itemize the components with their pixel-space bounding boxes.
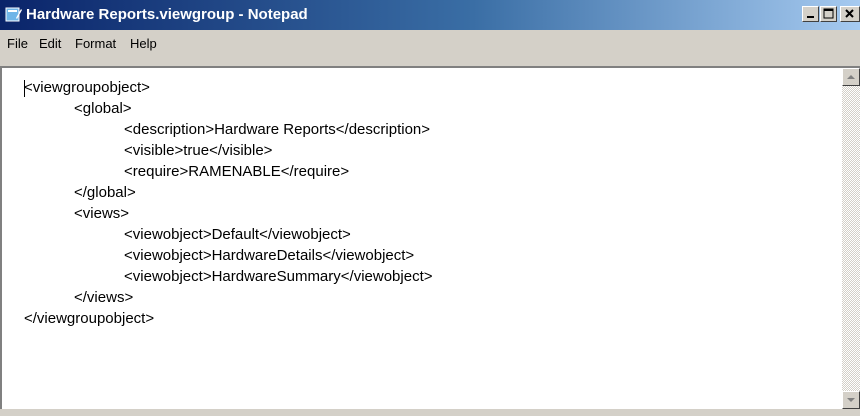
vertical-scrollbar[interactable] <box>842 68 860 409</box>
minimize-icon <box>807 16 814 18</box>
menu-help[interactable]: Help <box>130 36 157 51</box>
scroll-down-button[interactable] <box>842 391 860 409</box>
editor-line: <visible>true</visible> <box>24 142 273 159</box>
close-icon <box>845 9 854 18</box>
text-editor[interactable]: <viewgroupobject> <global> <description>… <box>0 66 860 409</box>
editor-line: <global> <box>24 100 132 117</box>
scroll-up-button[interactable] <box>842 68 860 86</box>
maximize-icon <box>823 8 834 19</box>
editor-line: <viewobject>Default</viewobject> <box>24 226 351 243</box>
title-bar[interactable]: Hardware Reports.viewgroup - Notepad <box>0 0 860 30</box>
menu-file[interactable]: File <box>7 36 28 51</box>
editor-line: <views> <box>24 205 130 222</box>
close-button[interactable] <box>840 6 860 22</box>
editor-line: </viewgroupobject> <box>24 310 155 327</box>
minimize-button[interactable] <box>802 6 819 22</box>
menu-edit[interactable]: Edit <box>39 36 61 51</box>
maximize-button[interactable] <box>820 6 837 22</box>
editor-line: <require>RAMENABLE</require> <box>24 163 350 180</box>
menu-format[interactable]: Format <box>75 36 116 51</box>
editor-text-area[interactable]: <viewgroupobject> <global> <description>… <box>2 68 842 409</box>
chevron-down-icon <box>847 398 855 402</box>
editor-line: <viewobject>HardwareDetails</viewobject> <box>24 247 415 264</box>
window-title: Hardware Reports.viewgroup - Notepad <box>26 6 308 23</box>
notepad-app-icon[interactable] <box>4 5 22 23</box>
editor-line: <viewobject>HardwareSummary</viewobject> <box>24 268 433 285</box>
editor-line: <viewgroupobject> <box>24 79 150 96</box>
editor-line: <description>Hardware Reports</descripti… <box>24 121 431 138</box>
menu-bar: File Edit Format Help <box>0 30 860 56</box>
notepad-window: Hardware Reports.viewgroup - Notepad Fil… <box>0 0 860 416</box>
chevron-up-icon <box>847 75 855 79</box>
editor-line: </global> <box>24 184 136 201</box>
editor-line: </views> <box>24 289 134 306</box>
